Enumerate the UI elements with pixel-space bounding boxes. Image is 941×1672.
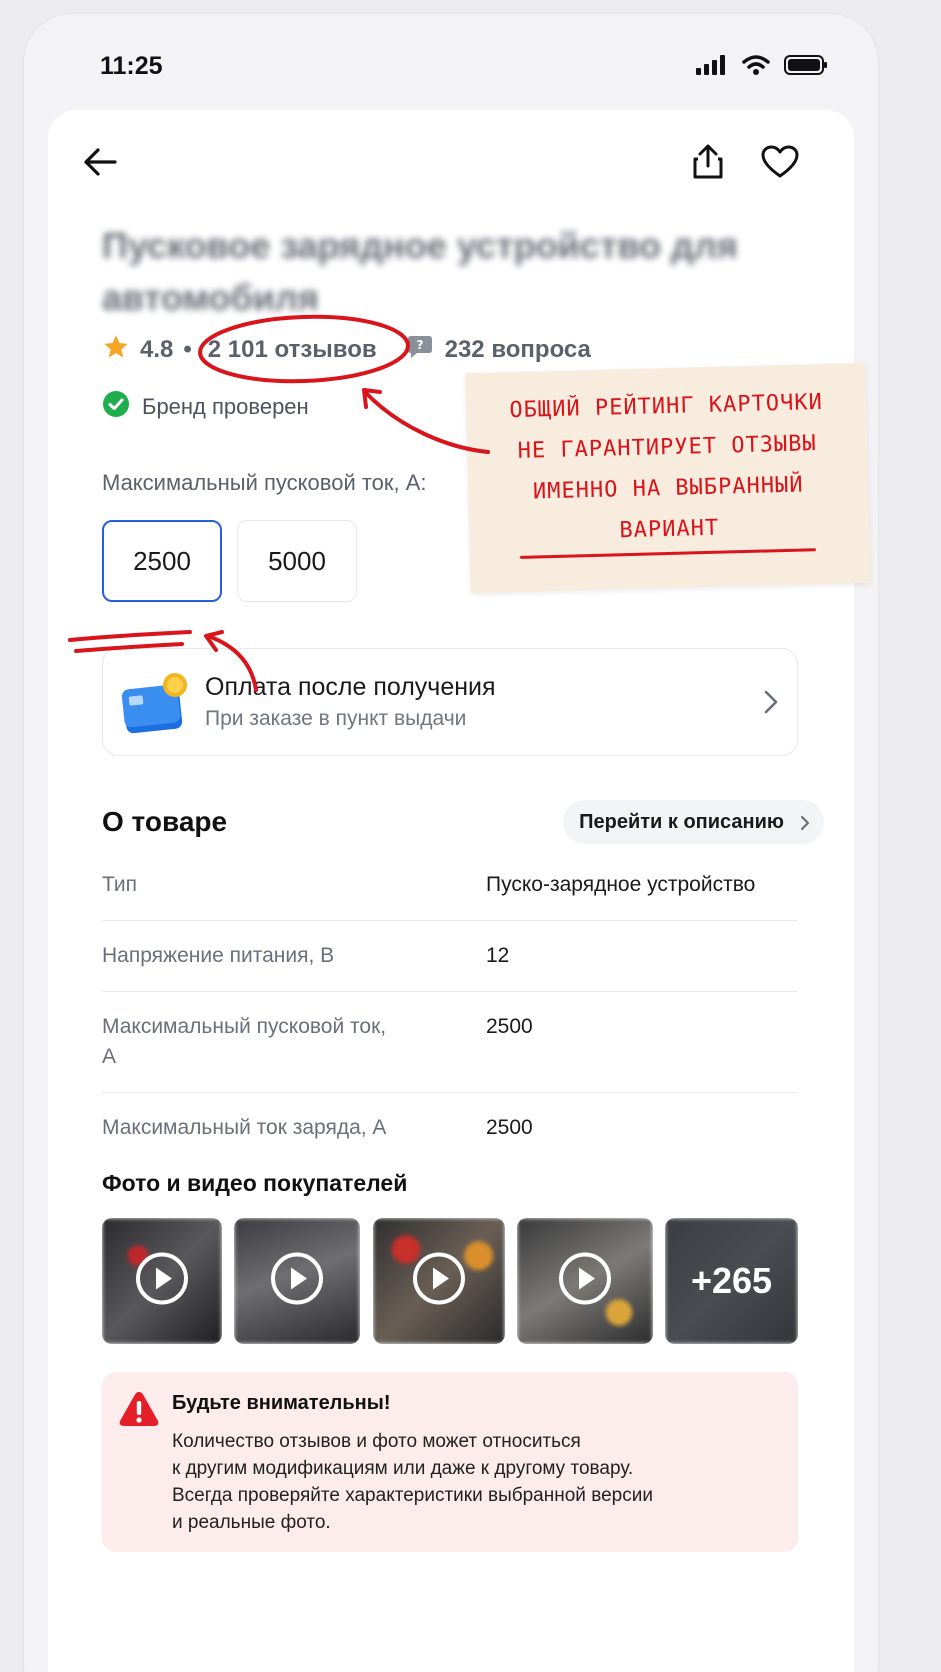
status-icons [696, 54, 828, 81]
reviews-link[interactable]: 2 101 отзывов [208, 336, 377, 364]
variant-label: Максимальный пусковой ток, А: [102, 470, 427, 495]
photo-thumbnail[interactable] [517, 1218, 653, 1344]
wifi-icon [742, 54, 770, 81]
top-navigation [48, 110, 854, 220]
spec-row: Максимальный пусковой ток, А 2500 [102, 992, 798, 1093]
back-button[interactable] [78, 140, 122, 184]
go-to-description-button[interactable]: Перейти к описанию [563, 800, 824, 844]
status-time: 11:25 [100, 52, 163, 80]
favorite-button[interactable] [758, 140, 802, 184]
more-photos-count: +265 [690, 1260, 773, 1301]
payment-title: Оплата после получения [205, 673, 496, 701]
photo-thumbnail[interactable] [102, 1218, 222, 1344]
question-bubble-icon: ? [407, 335, 433, 366]
spec-key: Тип [102, 873, 138, 896]
warning-title: Будьте внимательны! [172, 1392, 391, 1414]
annotation-note: ОБЩИЙ РЕЙТИНГ КАРТОЧКИ НЕ ГАРАНТИРУЕТ ОТ… [465, 362, 871, 594]
payment-after-receipt-card[interactable]: Оплата после получения При заказе в пунк… [102, 648, 798, 756]
spec-key: Максимальный пусковой ток, А [102, 1015, 387, 1068]
rating-value: 4.8 [140, 336, 174, 363]
play-icon [558, 1252, 612, 1311]
star-icon [102, 333, 130, 368]
product-title: Пусковое зарядное устройство для автомоб… [102, 225, 738, 318]
play-icon [412, 1252, 466, 1311]
brand-verified-row: Бренд проверен [102, 390, 309, 424]
rating-row: 4.8 • 2 101 отзывов ? 232 вопроса [102, 330, 591, 370]
spec-value: Пуско-зарядное устройство [486, 873, 756, 896]
payment-subtitle: При заказе в пункт выдачи [205, 707, 467, 730]
spec-row: Максимальный ток заряда, А 2500 [102, 1093, 798, 1163]
warning-triangle-icon [118, 1390, 160, 1433]
rating-separator: • [183, 336, 192, 363]
customer-photos-strip: +265 [102, 1218, 798, 1344]
spec-value: 2500 [486, 1116, 533, 1139]
check-circle-icon [102, 390, 130, 424]
phone-frame: 11:25 Пусковое зарядное устройство для а… [24, 14, 878, 1672]
play-icon [135, 1252, 189, 1311]
spec-row: Напряжение питания, В 12 [102, 921, 798, 992]
warning-banner: Будьте внимательны! Количество отзывов и… [102, 1372, 798, 1552]
more-photos-button[interactable]: +265 [665, 1218, 798, 1344]
questions-count: 232 вопроса [444, 336, 591, 363]
signal-icon [696, 55, 728, 80]
spec-key: Напряжение питания, В [102, 944, 335, 967]
photo-thumbnail[interactable] [234, 1218, 360, 1344]
spec-table: Тип Пуско-зарядное устройство Напряжение… [102, 850, 798, 1163]
arrow-left-icon [84, 148, 117, 176]
warning-text: Количество отзывов и фото может относить… [172, 1431, 653, 1533]
spec-row: Тип Пуско-зарядное устройство [102, 850, 798, 921]
svg-text:?: ? [416, 338, 423, 352]
customer-photos-title: Фото и видео покупателей [102, 1170, 408, 1196]
go-to-description-label: Перейти к описанию [579, 810, 784, 833]
status-bar: 11:25 [24, 14, 878, 124]
brand-verified-label: Бренд проверен [142, 394, 309, 419]
annotation-text: ОБЩИЙ РЕЙТИНГ КАРТОЧКИ НЕ ГАРАНТИРУЕТ ОТ… [509, 389, 824, 544]
variant-option-5000[interactable]: 5000 [237, 520, 357, 602]
questions-link[interactable]: ? 232 вопроса [407, 335, 591, 366]
chevron-right-icon [763, 689, 779, 720]
variant-option-2500[interactable]: 2500 [102, 520, 222, 602]
spec-value: 2500 [486, 1015, 533, 1038]
spec-key: Максимальный ток заряда, А [102, 1116, 387, 1139]
about-section-title: О товаре [102, 806, 228, 837]
play-icon [270, 1252, 324, 1311]
product-screen: Пусковое зарядное устройство для автомоб… [48, 110, 854, 1672]
chevron-right-icon [800, 814, 810, 837]
spec-value: 12 [486, 944, 510, 967]
battery-icon [784, 54, 828, 81]
share-icon [693, 144, 723, 179]
credit-card-icon [121, 669, 191, 744]
photo-thumbnail[interactable] [373, 1218, 505, 1344]
heart-icon [761, 145, 799, 178]
share-button[interactable] [686, 140, 730, 184]
